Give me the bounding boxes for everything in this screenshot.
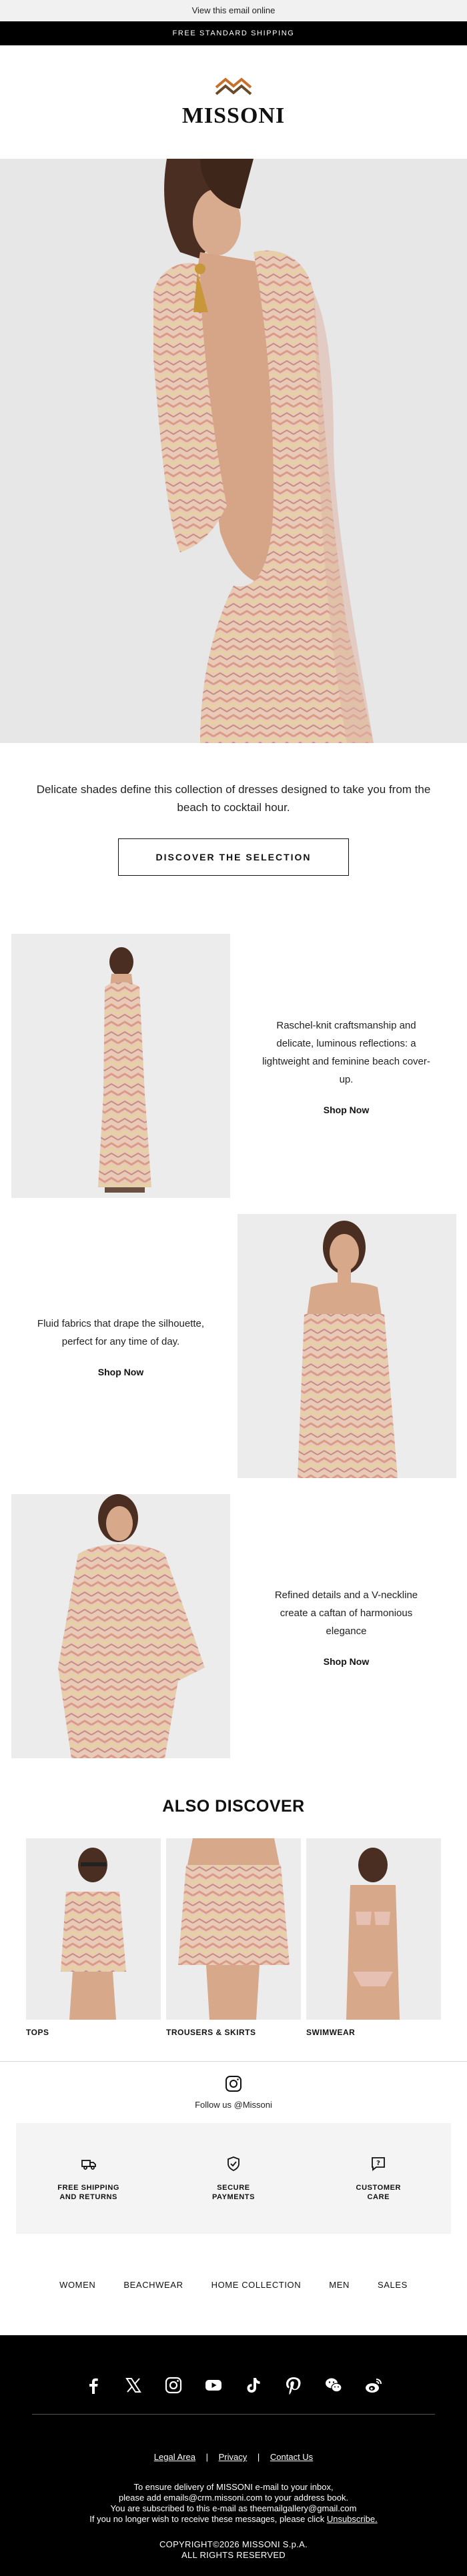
feature-1-model-image bbox=[11, 934, 230, 1198]
nav-women[interactable]: WOMEN bbox=[59, 2280, 95, 2290]
follow-us-link[interactable]: Follow us @Missoni bbox=[0, 2100, 467, 2110]
footer-category-nav: WOMEN BEACHWEAR HOME COLLECTION MEN SALE… bbox=[0, 2234, 467, 2335]
category-card-swimwear[interactable]: SWIMWEAR bbox=[306, 1838, 441, 2037]
feature-3-image[interactable] bbox=[11, 1494, 230, 1758]
instagram-icon[interactable] bbox=[163, 2375, 183, 2395]
notice-line-3: You are subscribed to this e-mail as the… bbox=[110, 2503, 357, 2513]
shipping-banner: FREE STANDARD SHIPPING bbox=[0, 21, 467, 45]
copyright-line-2: ALL RIGHTS RESERVED bbox=[181, 2550, 286, 2560]
legal-links: Legal Area | Privacy | Contact Us bbox=[0, 2452, 467, 2462]
intro-text: Delicate shades define this collection o… bbox=[36, 783, 431, 814]
copyright-line-1: COPYRIGHT©2026 MISSONI S.p.A. bbox=[159, 2539, 308, 2549]
brand-logo[interactable]: MISSONI bbox=[182, 103, 285, 129]
footer-divider bbox=[32, 2414, 435, 2415]
social-links bbox=[0, 2367, 467, 2403]
swimwear-model-image bbox=[306, 1838, 441, 2020]
missoni-zigzag-logo-icon bbox=[215, 77, 252, 95]
legal-separator: | bbox=[257, 2452, 260, 2462]
pinterest-icon[interactable] bbox=[284, 2375, 304, 2395]
discover-selection-button[interactable]: DISCOVER THE SELECTION bbox=[118, 838, 349, 876]
tops-image[interactable] bbox=[26, 1838, 161, 2020]
service-care[interactable]: ? CUSTOMER CARE bbox=[318, 2156, 438, 2202]
nav-men[interactable]: MEN bbox=[329, 2280, 350, 2290]
truck-icon bbox=[81, 2159, 96, 2170]
service-shipping-label-1: FREE SHIPPING bbox=[57, 2183, 120, 2192]
copyright: COPYRIGHT©2026 MISSONI S.p.A. ALL RIGHTS… bbox=[0, 2539, 467, 2561]
legal-separator: | bbox=[205, 2452, 208, 2462]
swimwear-image[interactable] bbox=[306, 1838, 441, 2020]
brand-header: MISSONI bbox=[0, 45, 467, 159]
category-label-swimwear[interactable]: SWIMWEAR bbox=[306, 2028, 441, 2037]
feature-2-image[interactable] bbox=[238, 1214, 456, 1478]
unsubscribe-link[interactable]: Unsubscribe. bbox=[327, 2514, 378, 2524]
nav-beachwear[interactable]: BEACHWEAR bbox=[123, 2280, 183, 2290]
footer: Legal Area | Privacy | Contact Us To ens… bbox=[0, 2335, 467, 2576]
service-shipping-label-2: AND RETURNS bbox=[59, 2192, 117, 2201]
feature-3-text: Refined details and a V-neckline create … bbox=[274, 1589, 418, 1637]
hero-model-image bbox=[0, 159, 467, 743]
feature-2-shop-now-link[interactable]: Shop Now bbox=[98, 1367, 143, 1377]
legal-area-link[interactable]: Legal Area bbox=[154, 2452, 195, 2462]
feature-block-2: Fluid fabrics that drape the silhouette,… bbox=[0, 1214, 467, 1494]
contact-us-link[interactable]: Contact Us bbox=[270, 2452, 313, 2462]
delivery-notice: To ensure delivery of MISSONI e-mail to … bbox=[0, 2482, 467, 2525]
chat-question-icon: ? bbox=[372, 2156, 386, 2171]
category-label-trousers-skirts[interactable]: TROUSERS & SKIRTS bbox=[166, 2028, 301, 2037]
feature-1-shop-now-link[interactable]: Shop Now bbox=[324, 1105, 369, 1115]
feature-2-text: Fluid fabrics that drape the silhouette,… bbox=[37, 1318, 205, 1347]
category-card-trousers-skirts[interactable]: TROUSERS & SKIRTS bbox=[166, 1838, 301, 2037]
privacy-link[interactable]: Privacy bbox=[219, 2452, 248, 2462]
notice-line-1: To ensure delivery of MISSONI e-mail to … bbox=[133, 2482, 334, 2492]
service-shipping[interactable]: FREE SHIPPING AND RETURNS bbox=[29, 2156, 149, 2202]
notice-line-2: please add emails@crm.missoni.com to you… bbox=[118, 2493, 349, 2503]
also-discover-grid: TOPS TROUSERS & SKIRTS SWIMWEAR bbox=[0, 1838, 467, 2037]
service-payments[interactable]: SECURE PAYMENTS bbox=[173, 2156, 294, 2202]
service-care-label-1: CUSTOMER bbox=[356, 2183, 402, 2192]
instagram-icon[interactable] bbox=[225, 2075, 242, 2092]
svg-text:?: ? bbox=[376, 2160, 380, 2167]
tiktok-icon[interactable] bbox=[244, 2375, 264, 2395]
feature-3-model-image bbox=[11, 1494, 230, 1758]
feature-3-shop-now-link[interactable]: Shop Now bbox=[324, 1656, 369, 1667]
x-icon[interactable] bbox=[123, 2375, 143, 2395]
category-label-tops[interactable]: TOPS bbox=[26, 2028, 161, 2037]
nav-home-collection[interactable]: HOME COLLECTION bbox=[211, 2280, 302, 2290]
tops-model-image bbox=[26, 1838, 161, 2020]
services-strip: FREE SHIPPING AND RETURNS SECURE PAYMENTS … bbox=[16, 2123, 451, 2234]
wechat-icon[interactable] bbox=[324, 2375, 344, 2395]
trousers-skirts-image[interactable] bbox=[166, 1838, 301, 2020]
feature-block-3: Refined details and a V-neckline create … bbox=[0, 1494, 467, 1774]
feature-block-1: Raschel-knit craftsmanship and delicate,… bbox=[0, 934, 467, 1214]
also-discover-title: ALSO DISCOVER bbox=[162, 1797, 305, 1816]
notice-line-4: If you no longer wish to receive these m… bbox=[89, 2514, 325, 2524]
category-card-tops[interactable]: TOPS bbox=[26, 1838, 161, 2037]
facebook-icon[interactable] bbox=[83, 2375, 103, 2395]
youtube-icon[interactable] bbox=[203, 2375, 223, 2395]
service-care-label-2: CARE bbox=[367, 2192, 390, 2201]
follow-section: Follow us @Missoni bbox=[0, 2062, 467, 2116]
trousers-skirts-model-image bbox=[166, 1838, 301, 2020]
weibo-icon[interactable] bbox=[364, 2375, 384, 2395]
service-payments-label-2: PAYMENTS bbox=[211, 2192, 256, 2201]
view-online-link[interactable]: View this email online bbox=[0, 0, 467, 21]
service-payments-label-1: SECURE bbox=[217, 2183, 250, 2192]
feature-1-text: Raschel-knit craftsmanship and delicate,… bbox=[262, 1020, 430, 1085]
feature-1-image[interactable] bbox=[11, 934, 230, 1198]
feature-2-model-image bbox=[238, 1214, 456, 1478]
shield-check-icon bbox=[227, 2156, 240, 2171]
hero-image[interactable] bbox=[0, 159, 467, 743]
nav-sales[interactable]: SALES bbox=[378, 2280, 408, 2290]
